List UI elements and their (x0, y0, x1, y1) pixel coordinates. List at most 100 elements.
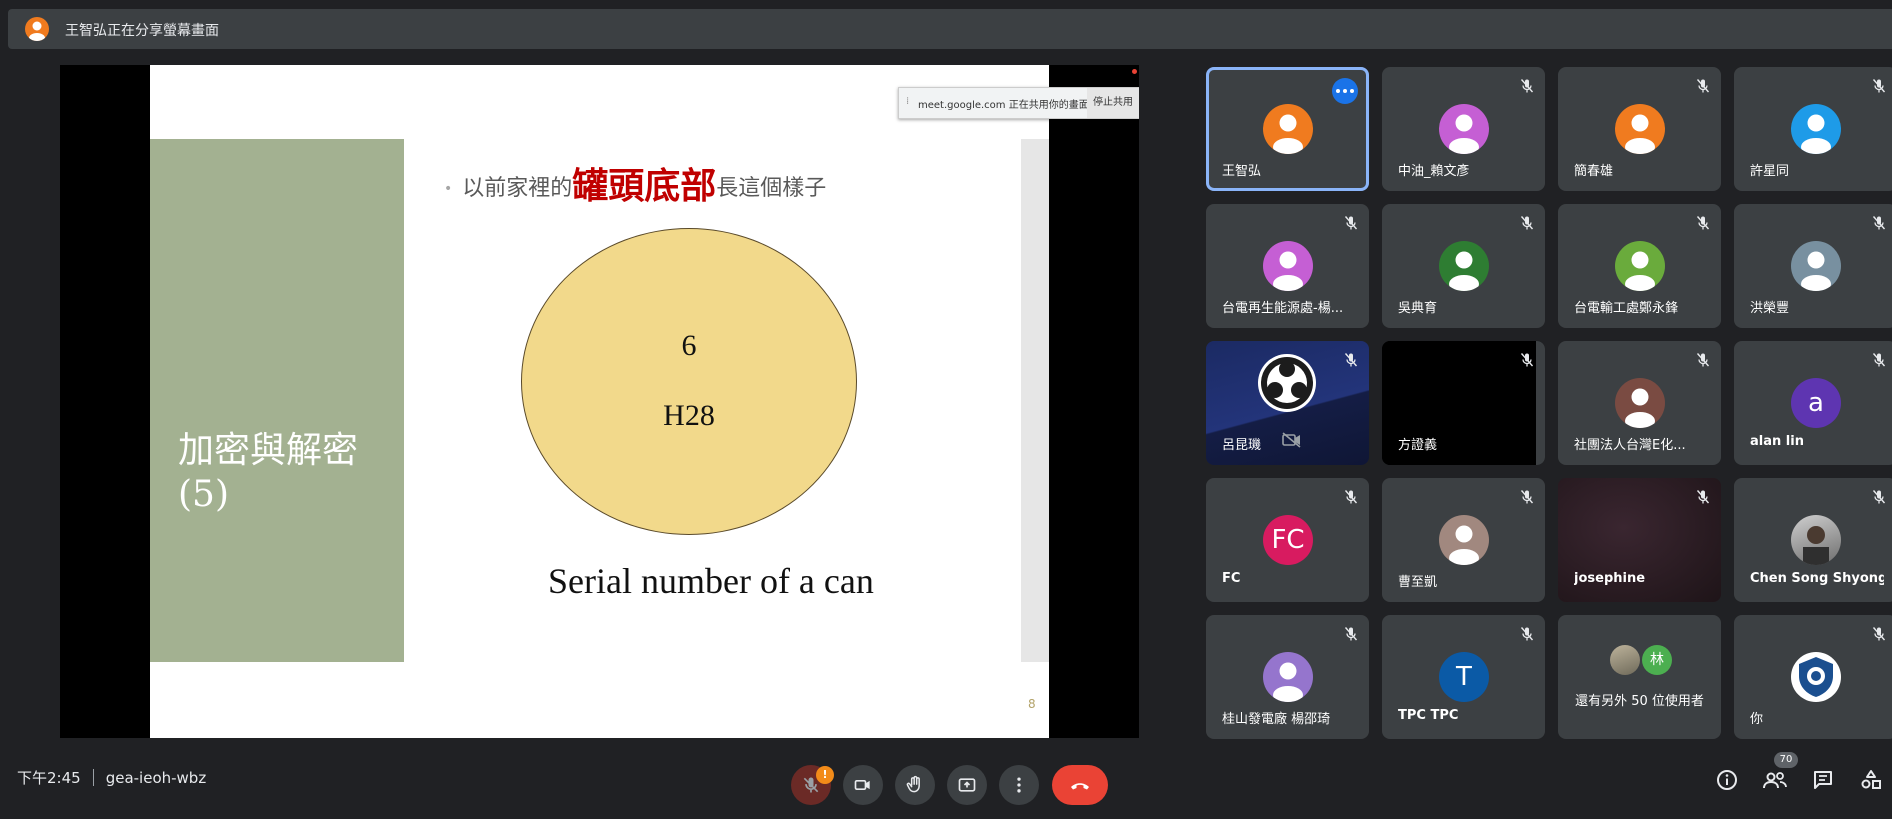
avatar: a (1791, 378, 1841, 428)
participant-tile[interactable]: 曹至凱 (1382, 478, 1545, 602)
bullet-prefix: 以前家裡的 (462, 176, 573, 201)
activities-button[interactable] (1857, 766, 1885, 794)
present-screen-button[interactable] (947, 765, 987, 805)
participant-name: 台電再生能源處-楊... (1222, 301, 1344, 316)
avatar (1615, 241, 1665, 291)
participant-name: 你 (1750, 712, 1764, 727)
activities-icon (1861, 770, 1881, 789)
more-options-button[interactable] (999, 765, 1039, 805)
participant-name: 還有另外 50 位使用者 (1575, 694, 1704, 709)
participant-tile[interactable]: Chen Song Shyong (1734, 478, 1892, 602)
participant-tile[interactable]: 林還有另外 50 位使用者 (1558, 615, 1721, 739)
meeting-details-button[interactable] (1713, 766, 1741, 794)
mic-muted-icon (1520, 490, 1534, 504)
participant-tile[interactable]: 許星同 (1734, 67, 1892, 191)
share-message: meet.google.com 正在共用你的畫面。 (918, 100, 1099, 111)
tile-options-button[interactable] (1332, 78, 1358, 104)
camera-off-icon (854, 780, 870, 790)
meeting-code[interactable]: gea-ieoh-wbz (106, 769, 207, 787)
avatar (1263, 104, 1313, 154)
mic-muted-icon (1696, 79, 1710, 93)
participant-name: 桂山發電廠 楊邵琦 (1222, 712, 1331, 727)
avatar (1263, 652, 1313, 702)
participant-tile[interactable]: 方證義 (1382, 341, 1545, 465)
avatar-photo (1791, 515, 1841, 565)
avatar-letter: a (1808, 388, 1824, 418)
mic-muted-icon (1344, 627, 1358, 641)
presenter-avatar (25, 17, 49, 41)
participant-name: alan lin (1750, 434, 1804, 449)
avatar-letter: T (1456, 662, 1472, 692)
control-bar: 下午2:45 gea-ieoh-wbz ! 70 (0, 752, 1892, 819)
avatar (1439, 104, 1489, 154)
people-button[interactable] (1761, 766, 1789, 794)
can-number-line1: 6 (681, 329, 697, 362)
participant-tile[interactable]: 洪榮豐 (1734, 204, 1892, 328)
mic-muted-icon (1344, 353, 1358, 367)
presenting-text: 王智弘正在分享螢幕畫面 (65, 23, 219, 39)
hand-icon (906, 775, 920, 793)
participant-name: 社團法人台灣E化... (1574, 438, 1686, 453)
avatar (1615, 104, 1665, 154)
slide-page-number: 8 (1028, 697, 1036, 711)
stop-sharing-button[interactable]: 停止共用 (1087, 88, 1139, 118)
camera-off-icon (1282, 432, 1301, 448)
mic-muted-icon (1696, 353, 1710, 367)
avatar (1439, 241, 1489, 291)
mic-muted-icon (1872, 79, 1886, 93)
participant-tile[interactable]: 吳典育 (1382, 204, 1545, 328)
participant-name: 中油_賴文彥 (1398, 164, 1470, 179)
drag-handle-icon[interactable]: ⁞ (906, 96, 909, 107)
overflow-letter: 林 (1650, 652, 1664, 668)
mic-muted-icon (1520, 79, 1534, 93)
participant-name: 呂昆璣 (1222, 438, 1262, 453)
avatar (1439, 515, 1489, 565)
participant-tile[interactable]: FC FC (1206, 478, 1369, 602)
participant-name: 許星同 (1750, 164, 1790, 179)
avatar: T (1439, 652, 1489, 702)
participant-tile[interactable]: 王智弘 (1206, 67, 1369, 191)
camera-toggle-button[interactable] (843, 765, 883, 805)
avatar (1791, 241, 1841, 291)
shared-screen[interactable]: 加密與解密 (5) • 以前家裡的罐頭底部長這個樣子 6 H28 Serial n… (60, 65, 1139, 738)
overflow-avatar: 林 (1642, 645, 1672, 675)
mic-muted-icon (1696, 490, 1710, 504)
mic-muted-icon (1872, 490, 1886, 504)
can-bottom-illustration: 6 H28 (521, 228, 857, 535)
participant-name: 簡春雄 (1574, 164, 1614, 179)
participant-tile[interactable]: 簡春雄 (1558, 67, 1721, 191)
mic-muted-icon (1520, 216, 1534, 230)
avatar (1615, 378, 1665, 428)
mic-muted-icon (1344, 490, 1358, 504)
participant-tile[interactable]: 桂山發電廠 楊邵琦 (1206, 615, 1369, 739)
slide-title: 加密與解密 (5) (178, 430, 359, 515)
participant-name: 洪榮豐 (1750, 301, 1790, 316)
bullet-marker: • (444, 181, 453, 197)
participant-tile[interactable]: 你 (1734, 615, 1892, 739)
hang-up-icon (1071, 783, 1089, 790)
participant-name: 方證義 (1398, 438, 1438, 453)
recording-dot (1132, 69, 1137, 74)
participant-tile[interactable]: 呂昆璣 (1206, 341, 1369, 465)
participant-tile[interactable]: T TPC TPC (1382, 615, 1545, 739)
participant-tile[interactable]: 中油_賴文彥 (1382, 67, 1545, 191)
participant-tile[interactable]: josephine (1558, 478, 1721, 602)
mic-alert-badge: ! (816, 766, 834, 784)
slide-title-panel: 加密與解密 (5) (150, 139, 404, 662)
participant-name: 吳典育 (1398, 301, 1438, 316)
leave-call-button[interactable] (1052, 765, 1108, 805)
participant-name: 台電輸工處鄭永鋒 (1574, 301, 1679, 316)
participant-tile[interactable]: 台電再生能源處-楊... (1206, 204, 1369, 328)
participant-tile[interactable]: a alan lin (1734, 341, 1892, 465)
clock: 下午2:45 (17, 769, 81, 787)
participant-tile[interactable]: 社團法人台灣E化... (1558, 341, 1721, 465)
raise-hand-button[interactable] (895, 765, 935, 805)
can-number-line2: H28 (663, 399, 715, 432)
chat-button[interactable] (1809, 766, 1837, 794)
bullet-suffix: 長這個樣子 (716, 176, 827, 201)
mic-muted-icon (1520, 627, 1534, 641)
participant-name: 曹至凱 (1398, 575, 1438, 590)
participant-name: FC (1222, 571, 1241, 586)
obs-logo-avatar (1258, 354, 1316, 412)
participant-tile[interactable]: 台電輸工處鄭永鋒 (1558, 204, 1721, 328)
